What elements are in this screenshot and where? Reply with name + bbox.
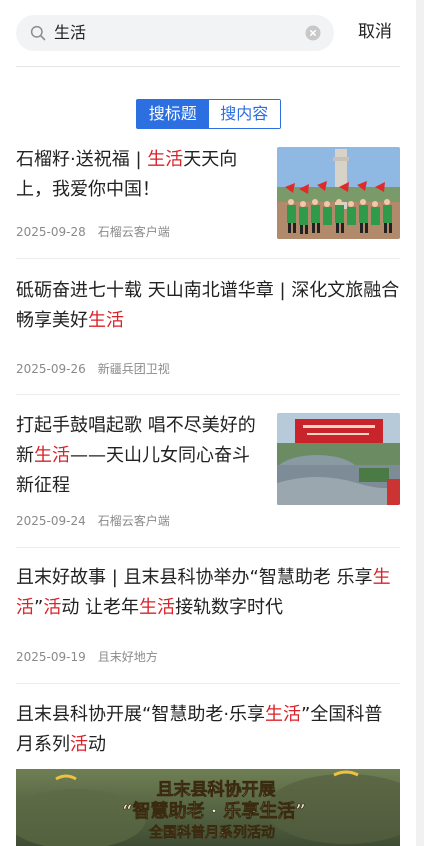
article-source: 石榴云客户端	[97, 514, 170, 528]
article-thumbnail[interactable]	[277, 413, 400, 505]
divider	[16, 394, 400, 395]
article-meta: 2025-09-24 石榴云客户端	[16, 513, 182, 529]
title-highlight: 生活	[88, 310, 124, 331]
article-cover-image[interactable]: 且末县科协开展 “智慧助老 · 乐享生活” 全国科普月系列活动	[16, 769, 400, 846]
title-highlight: 生活	[34, 445, 70, 466]
divider	[16, 683, 400, 684]
article-date: 2025-09-19	[16, 650, 86, 664]
title-text: 动	[88, 734, 106, 755]
tab-search-title[interactable]: 搜标题	[137, 100, 209, 128]
title-text: 石榴籽·送祝福 |	[16, 149, 148, 170]
article-source: 新疆兵团卫视	[97, 362, 170, 376]
title-highlight: 生活	[139, 597, 176, 618]
article-title[interactable]: 且末县科协开展“智慧助老·乐享生活”全国科普月系列活动	[16, 700, 400, 760]
tab-search-content[interactable]: 搜内容	[208, 100, 280, 128]
article-title[interactable]: 打起手鼓唱起歌 唱不尽美好的新生活——天山儿女同心奋斗新征程	[16, 411, 256, 501]
article-meta: 2025-09-19 且末好地方	[16, 649, 170, 665]
article-date: 2025-09-26	[16, 362, 86, 376]
article-title[interactable]: 砥砺奋进七十载 天山南北谱华章 | 深化文旅融合 畅享美好生活	[16, 276, 400, 336]
search-icon	[30, 25, 46, 41]
article-meta: 2025-09-26 新疆兵团卫视	[16, 361, 182, 377]
article-date: 2025-09-28	[16, 225, 86, 239]
clear-icon[interactable]	[305, 25, 321, 41]
article-title[interactable]: 且末好故事 | 且末县科协举办“智慧助老 乐享生活”活动 让老年生活接轨数字时代	[16, 563, 400, 623]
title-text: 接轨数字时代	[175, 597, 284, 618]
title-highlight: 生活	[147, 149, 184, 170]
list-item[interactable]: 砥砺奋进七十载 天山南北谱华章 | 深化文旅融合 畅享美好生活	[16, 276, 400, 336]
title-text: 砥砺奋进七十载 天山南北谱华章 | 深化文旅融合 畅享美好	[16, 280, 400, 331]
cancel-button[interactable]: 取消	[358, 20, 392, 44]
title-highlight: 生活	[265, 704, 302, 725]
list-item[interactable]: 且末县科协开展“智慧助老·乐享生活”全国科普月系列活动	[16, 700, 400, 760]
article-source: 石榴云客户端	[97, 225, 170, 239]
title-text: ”	[34, 597, 44, 618]
article-thumbnail[interactable]	[277, 147, 400, 239]
divider	[16, 547, 400, 548]
search-box[interactable]: 生活	[16, 15, 334, 51]
banner-line-1: 且末县科协开展	[157, 779, 276, 800]
search-mode-tabs: 搜标题 搜内容	[136, 99, 281, 129]
header-divider	[16, 66, 400, 67]
title-text: 且末好故事 | 且末县科协举办“智慧助老 乐享	[16, 567, 373, 588]
article-source: 且末好地方	[97, 650, 158, 664]
banner-line-2: “智慧助老 · 乐享生活”	[122, 800, 306, 822]
article-title[interactable]: 石榴籽·送祝福 | 生活天天向上，我爱你中国！	[16, 145, 256, 205]
article-date: 2025-09-24	[16, 514, 86, 528]
banner-line-3: 全国科普月系列活动	[148, 824, 275, 841]
title-text: 动 让老年	[61, 597, 140, 618]
title-highlight: 活	[70, 734, 88, 755]
title-text: 且末县科协开展“智慧助老·乐享	[16, 704, 266, 725]
list-item[interactable]: 且末好故事 | 且末县科协举办“智慧助老 乐享生活”活动 让老年生活接轨数字时代	[16, 563, 400, 623]
divider	[16, 258, 400, 259]
title-highlight: 活	[43, 597, 62, 618]
article-meta: 2025-09-28 石榴云客户端	[16, 224, 182, 240]
scrollbar[interactable]	[416, 0, 424, 846]
search-input[interactable]: 生活	[54, 23, 86, 43]
